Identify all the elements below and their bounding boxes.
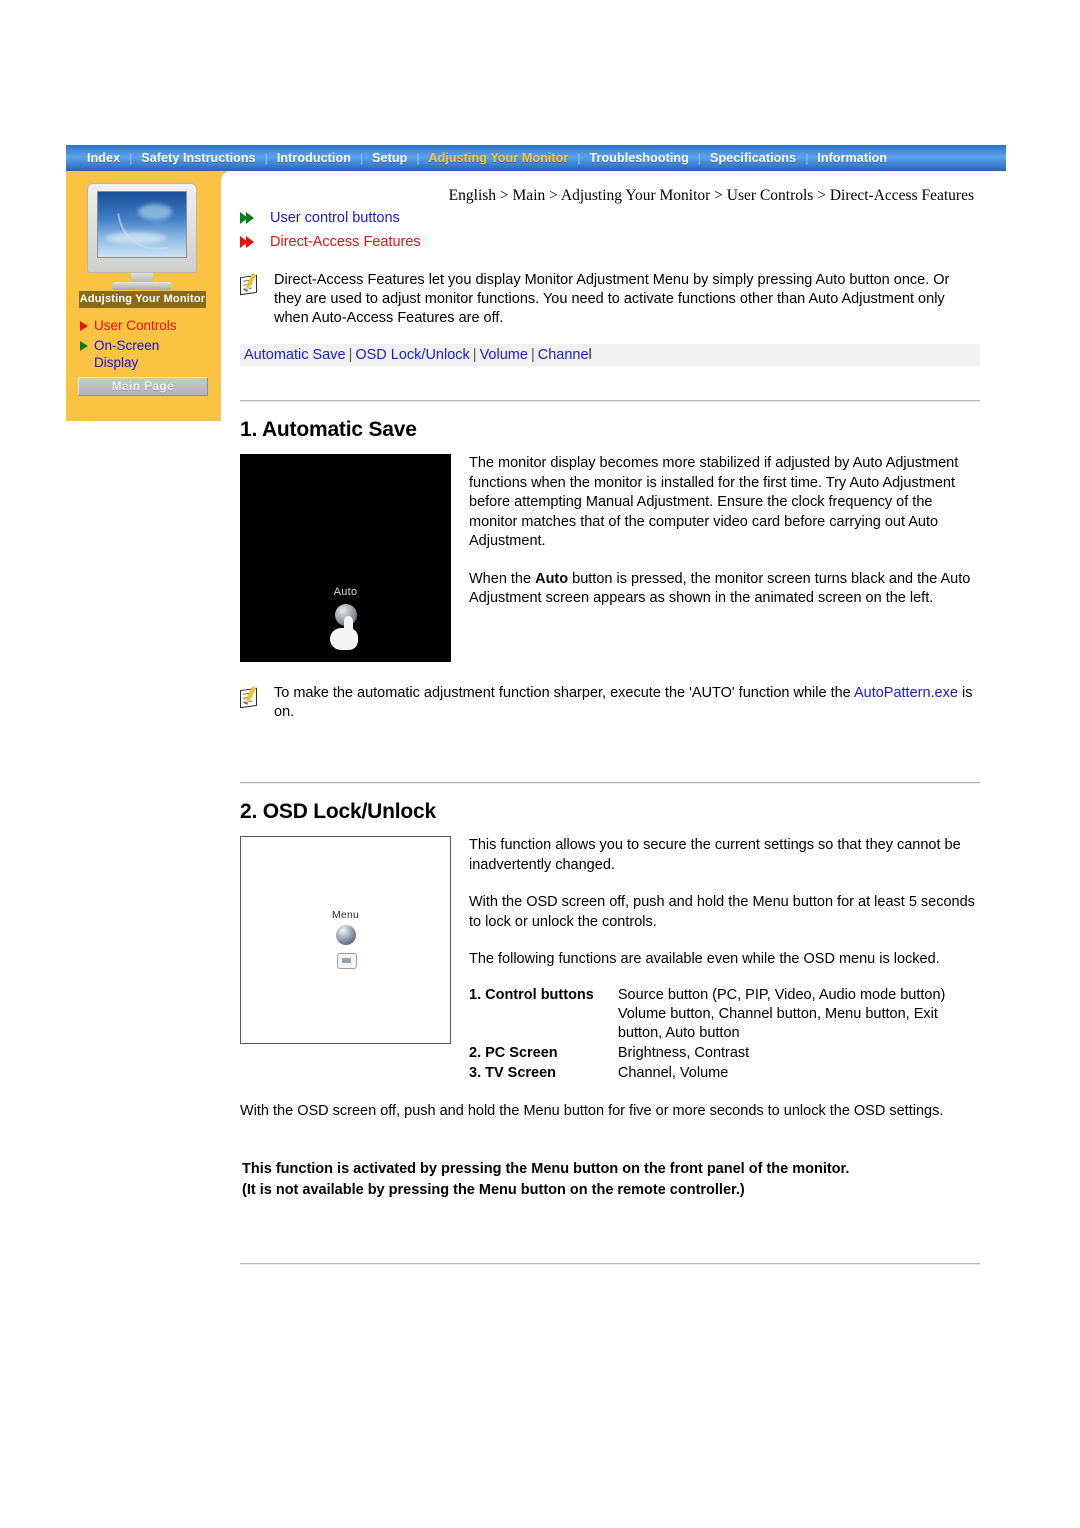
intro-note-text: Direct-Access Features let you display M… bbox=[274, 272, 950, 326]
main-content: English > Main > Adjusting Your Monitor … bbox=[240, 181, 980, 1265]
section-osd-lock-body: Menu This function allows you to secure … bbox=[240, 836, 980, 1084]
page-link-automatic-save[interactable]: Automatic Save bbox=[244, 347, 346, 363]
front-panel-notice: This function is activated by pressing t… bbox=[240, 1159, 980, 1201]
page-links-bar: Automatic Save | OSD Lock/Unlock | Volume | Ch… bbox=[240, 344, 980, 366]
sidebar-item-label: User Controls bbox=[94, 318, 177, 333]
monitor-thumbnail-image bbox=[79, 183, 206, 291]
table-cell-key: 3. TV Screen bbox=[469, 1064, 557, 1081]
triangle-right-icon bbox=[80, 321, 88, 332]
autopattern-note-text: To make the automatic adjustment functio… bbox=[274, 684, 980, 722]
section-divider bbox=[240, 782, 980, 784]
section-divider bbox=[240, 400, 980, 402]
auto-button-label: Auto bbox=[333, 586, 358, 598]
sidebar-item-label-line2: Display bbox=[94, 355, 139, 370]
sidebar-item-label: On-Screen bbox=[94, 338, 160, 353]
menu-button-knob bbox=[335, 925, 356, 945]
enter-key-icon bbox=[336, 953, 357, 969]
notepad-pencil-icon bbox=[240, 273, 264, 296]
note-text-pre: To make the automatic adjustment functio… bbox=[274, 685, 854, 701]
menu-button-label: Menu bbox=[331, 909, 360, 921]
section-title-automatic-save: 1. Automatic Save bbox=[240, 418, 417, 441]
paragraph-text-pre: When the bbox=[469, 570, 536, 587]
paragraph-auto-button-press: When the Auto button is pressed, the mon… bbox=[469, 570, 980, 609]
nav-item-safety-instructions[interactable]: Safety Instructions bbox=[132, 145, 264, 171]
double-arrow-right-icon bbox=[240, 212, 262, 224]
section-automatic-save-text: The monitor display becomes more stabili… bbox=[469, 454, 980, 609]
table-row: 2. PC Screen Brightness, Contrast bbox=[469, 1044, 980, 1064]
nav-item-specifications[interactable]: Specifications bbox=[701, 145, 805, 171]
page-link-separator: | bbox=[472, 347, 477, 363]
monitor-stand-foot bbox=[112, 282, 172, 290]
front-panel-notice-line1: This function is activated by pressing t… bbox=[242, 1161, 850, 1177]
bottom-divider bbox=[240, 1263, 980, 1265]
section-automatic-save-body: Auto The monitor display becomes more st… bbox=[240, 454, 980, 662]
paragraph-text-bold: Auto bbox=[535, 570, 569, 587]
table-row: 3. TV Screen Channel, Volume bbox=[469, 1064, 980, 1084]
locked-functions-table: 1. Control buttons Source button (PC, PI… bbox=[469, 986, 980, 1084]
link-label: User control buttons bbox=[270, 210, 400, 226]
pointing-hand-icon bbox=[329, 616, 362, 650]
sidebar-item-on-screen-display[interactable]: On-Screen Display bbox=[80, 337, 159, 371]
front-panel-notice-line2: (It is not available by pressing the Men… bbox=[242, 1182, 745, 1198]
table-row: 1. Control buttons Source button (PC, PI… bbox=[469, 986, 980, 1044]
triangle-right-icon bbox=[80, 341, 88, 352]
section-title-osd-lock-unlock: 2. OSD Lock/Unlock bbox=[240, 800, 436, 823]
top-navigation-bar: Index | Safety Instructions | Introduction | S… bbox=[66, 145, 1006, 171]
page-link-osd-lock-unlock[interactable]: OSD Lock/Unlock bbox=[355, 347, 469, 363]
double-arrow-right-icon bbox=[240, 236, 262, 248]
table-cell-value: Brightness, Contrast bbox=[617, 1044, 750, 1061]
paragraph-hold-menu: With the OSD screen off, push and hold t… bbox=[469, 894, 975, 930]
table-cell-key: 1. Control buttons bbox=[469, 986, 594, 1003]
intro-note: Direct-Access Features let you display M… bbox=[240, 271, 980, 328]
content-rounded-corner bbox=[221, 171, 1006, 181]
link-label: Direct-Access Features bbox=[270, 234, 421, 250]
paragraph-secure-settings: This function allows you to secure the c… bbox=[469, 837, 961, 873]
table-cell-key: 2. PC Screen bbox=[469, 1044, 558, 1061]
nav-item-adjusting-your-monitor[interactable]: Adjusting Your Monitor bbox=[419, 145, 577, 171]
table-cell-value: Source button (PC, PIP, Video, Audio mod… bbox=[617, 986, 946, 1041]
nav-item-index[interactable]: Index bbox=[78, 145, 129, 171]
monitor-body bbox=[87, 183, 197, 273]
paragraph-auto-adjustment: The monitor display becomes more stabili… bbox=[469, 455, 959, 549]
page-link-volume[interactable]: Volume bbox=[480, 347, 528, 363]
page-link-separator: | bbox=[530, 347, 535, 363]
link-user-control-buttons[interactable]: User control buttons bbox=[240, 207, 980, 229]
autopattern-exe-link[interactable]: AutoPattern.exe bbox=[854, 685, 958, 701]
sidebar-thumbnail-caption: Adujsting Your Monitor bbox=[79, 291, 206, 308]
sidebar-item-user-controls[interactable]: User Controls bbox=[80, 317, 177, 334]
screen-swoosh-decoration bbox=[117, 207, 169, 255]
osd-menu-button-image: Menu bbox=[240, 836, 451, 1044]
paragraph-unlock-osd: With the OSD screen off, push and hold t… bbox=[240, 1102, 944, 1119]
nav-item-introduction[interactable]: Introduction bbox=[268, 145, 360, 171]
nav-item-setup[interactable]: Setup bbox=[363, 145, 416, 171]
main-page-button[interactable]: Main Page bbox=[78, 377, 208, 396]
sidebar: Adujsting Your Monitor User Controls On-… bbox=[66, 171, 221, 421]
section-osd-lock-text: This function allows you to secure the c… bbox=[469, 836, 980, 1084]
notepad-pencil-icon bbox=[240, 686, 264, 709]
monitor-screen bbox=[97, 191, 187, 258]
table-cell-value: Channel, Volume bbox=[617, 1064, 729, 1081]
page-link-separator: | bbox=[348, 347, 353, 363]
page-link-channel[interactable]: Channel bbox=[538, 347, 592, 363]
paragraph-available-functions: The following functions are available ev… bbox=[469, 951, 940, 967]
nav-item-information[interactable]: Information bbox=[808, 145, 896, 171]
link-direct-access-features[interactable]: Direct-Access Features bbox=[240, 231, 980, 253]
auto-adjustment-animation-image: Auto bbox=[240, 454, 451, 662]
breadcrumb: English > Main > Adjusting Your Monitor … bbox=[448, 187, 974, 204]
autopattern-note: To make the automatic adjustment functio… bbox=[240, 684, 980, 722]
nav-item-troubleshooting[interactable]: Troubleshooting bbox=[580, 145, 697, 171]
